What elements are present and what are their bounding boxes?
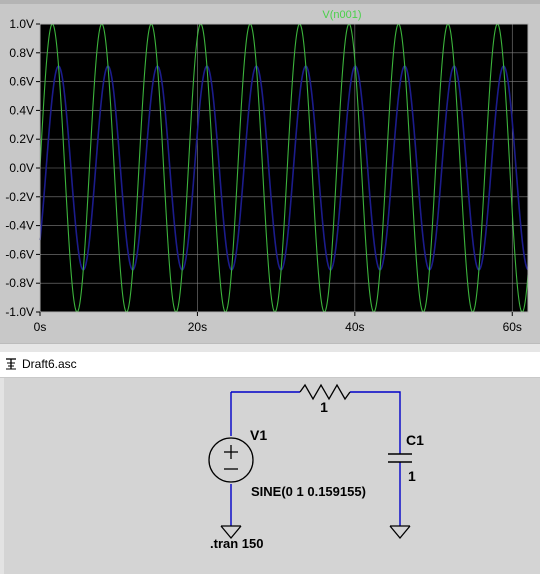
y-tick-label: -0.4V — [5, 219, 34, 233]
x-tick-label: 20s — [188, 320, 207, 334]
y-tick-label: 0.2V — [9, 132, 34, 146]
y-tick-label: 0.4V — [9, 103, 34, 117]
schematic-titlebar[interactable]: Draft6.asc — [0, 352, 540, 378]
v1-name-label[interactable]: V1 — [250, 427, 267, 443]
ground-symbol-c1[interactable] — [389, 525, 411, 540]
schematic-drawing[interactable]: R1 1 C1 1 V1 SINE(0 1 0.159155) — [4, 378, 540, 574]
wire-r1-to-c1[interactable] — [350, 391, 401, 454]
r1-value-label[interactable]: 1 — [320, 399, 328, 415]
c1-name-label[interactable]: C1 — [406, 432, 424, 448]
resistor-r1[interactable] — [299, 383, 351, 401]
x-tick-label: 0s — [34, 320, 47, 334]
v1-value-label[interactable]: SINE(0 1 0.159155) — [251, 484, 366, 499]
x-axis-tick-labels: 0s 20s 40s 60s — [34, 312, 522, 334]
waveform-plot-pane[interactable]: 1.0V 0.8V 0.6V 0.4V 0.2V 0.0V -0.2V -0.4V -0.6V -… — [0, 0, 540, 343]
y-axis-tick-labels: 1.0V 0.8V 0.6V 0.4V 0.2V 0.0V -0.2V -0.4V -0.6V -… — [5, 17, 40, 319]
y-tick-label: -0.8V — [5, 276, 34, 290]
trace-label-v-n001[interactable]: V(n001) — [322, 9, 361, 21]
voltage-source-v1[interactable] — [208, 437, 254, 483]
schematic-window-title: Draft6.asc — [22, 357, 77, 371]
y-tick-label: 0.8V — [9, 46, 34, 60]
pane-splitter[interactable] — [0, 343, 540, 352]
y-tick-label: -1.0V — [5, 305, 34, 319]
y-tick-label: 0.0V — [9, 161, 34, 175]
schematic-window: Draft6.asc R1 1 — [0, 352, 540, 574]
y-tick-label: -0.6V — [5, 247, 34, 261]
c1-value-label[interactable]: 1 — [408, 468, 416, 484]
y-tick-label: 1.0V — [9, 17, 34, 31]
y-tick-label: -0.2V — [5, 190, 34, 204]
schematic-document-icon — [6, 358, 16, 370]
x-tick-label: 40s — [345, 320, 364, 334]
x-tick-label: 60s — [503, 320, 522, 334]
ltspice-window: 1.0V 0.8V 0.6V 0.4V 0.2V 0.0V -0.2V -0.4V -0.6V -… — [0, 0, 540, 574]
schematic-canvas[interactable]: R1 1 C1 1 V1 SINE(0 1 0.159155) — [0, 378, 540, 574]
capacitor-c1[interactable] — [388, 453, 412, 463]
tran-directive[interactable]: .tran 150 — [210, 536, 263, 551]
waveform-chart[interactable]: 1.0V 0.8V 0.6V 0.4V 0.2V 0.0V -0.2V -0.4V -0.6V -… — [0, 0, 540, 343]
y-tick-label: 0.6V — [9, 75, 34, 89]
